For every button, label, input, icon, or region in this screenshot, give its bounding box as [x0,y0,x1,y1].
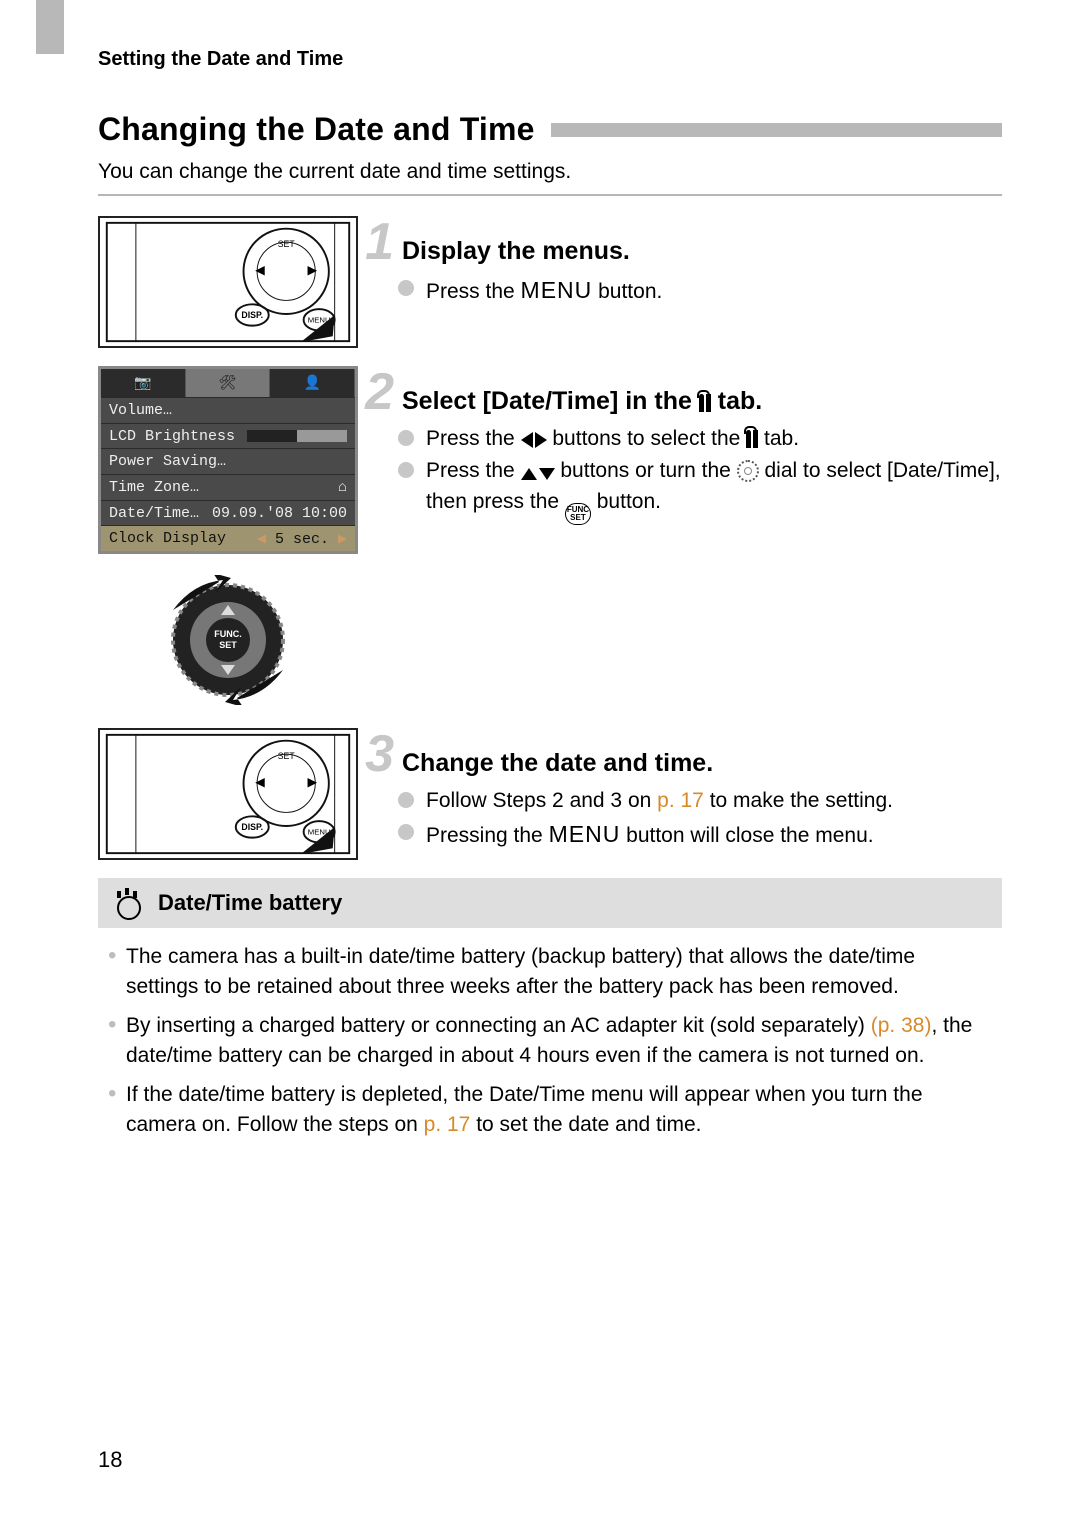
svg-text:SET: SET [278,239,296,249]
step-number-1: 1 [354,216,394,268]
callout-title: Date/Time battery [158,890,342,916]
tools-icon [699,394,711,412]
lcd-row-volume: Volume… [101,397,355,423]
svg-text:▶: ▶ [308,775,318,789]
camera-icon: 📷 [134,375,151,392]
step-number-3: 3 [354,728,394,780]
svg-text:DISP.: DISP. [241,822,263,832]
step-2-bullet-1: Press the buttons to select the tab. [398,424,1002,454]
info-list: The camera has a built-in date/time batt… [98,942,1002,1141]
camera-svg: SET ◀ ▶ DISP. MENU [100,218,356,346]
svg-text:DISP.: DISP. [241,310,263,320]
breadcrumb: Setting the Date and Time [98,48,1002,71]
page-number: 18 [98,1447,122,1473]
lcd-row-clock-display: Clock Display◀ 5 sec. ▶ [101,525,355,551]
svg-text:▶: ▶ [308,263,318,277]
lcd-menu-illustration: 📷 🛠 👤 Volume… LCD Brightness Power Savin… [98,366,358,554]
lcd-row-brightness: LCD Brightness [101,423,355,449]
section-divider [98,194,1002,196]
brightness-bar [247,430,347,442]
page-17-link[interactable]: p. 17 [657,789,704,812]
lcd-tab-tools: 🛠 [186,369,271,397]
page-17-link-2[interactable]: p. 17 [424,1113,471,1136]
svg-text:SET: SET [278,751,296,761]
lcd-row-power: Power Saving… [101,448,355,474]
section-intro: You can change the current date and time… [98,160,1002,184]
control-dial-illustration: FUNC. SET [98,570,358,710]
lcd-tab-camera: 📷 [101,369,186,397]
manual-page: Setting the Date and Time Changing the D… [0,0,1080,1521]
svg-text:◀: ◀ [255,263,265,277]
step-number-2: 2 [354,366,394,418]
camera-svg-2: SET ◀ ▶ DISP. MENU [100,730,356,858]
lcd-row-timezone: Time Zone…⌂ [101,474,355,500]
section-title-row: Changing the Date and Time [98,111,1002,148]
page-edge-tab [36,0,64,54]
lcd-tab-user: 👤 [270,369,355,397]
step-2-bullet-2: Press the buttons or turn the dial to se… [398,456,1002,524]
info-item-3: If the date/time battery is depleted, th… [108,1080,992,1141]
home-icon: ⌂ [338,479,347,496]
tools-icon [746,430,758,448]
step-3-bullet-2: Pressing the MENU button will close the … [398,818,1002,851]
info-item-2: By inserting a charged battery or connec… [108,1011,992,1072]
step-2-title: Select [Date/Time] in the tab. [402,387,762,416]
menu-button-label: MENU [549,821,621,847]
svg-text:SET: SET [219,640,237,650]
step-1: SET ◀ ▶ DISP. MENU 1 Display the menus. … [98,216,1002,348]
info-item-1: The camera has a built-in date/time batt… [108,942,992,1003]
section-title: Changing the Date and Time [98,111,535,148]
svg-text:FUNC.: FUNC. [214,629,242,639]
camera-back-illustration-2: SET ◀ ▶ DISP. MENU [98,728,358,860]
menu-button-label: MENU [521,277,593,303]
step-1-bullet-1: Press the MENU button. [398,274,1002,307]
step-3: SET ◀ ▶ DISP. MENU 3 Change the date and… [98,728,1002,860]
dial-icon [737,460,759,482]
tools-tab-icon: 🛠 [219,375,237,392]
section-rule [551,123,1002,137]
page-38-link[interactable]: (p. 38) [871,1014,932,1037]
step-3-bullet-1: Follow Steps 2 and 3 on p. 17 to make th… [398,786,1002,816]
dial-svg: FUNC. SET [163,575,293,705]
left-right-arrows-icon [521,432,547,448]
step-2: 📷 🛠 👤 Volume… LCD Brightness Power Savin… [98,366,1002,710]
step-3-title: Change the date and time. [402,749,713,778]
lcd-row-datetime: Date/Time…09.09.'08 10:00 [101,500,355,526]
camera-back-illustration: SET ◀ ▶ DISP. MENU [98,216,358,348]
tip-icon [114,888,140,918]
step-1-title: Display the menus. [402,237,630,266]
svg-text:◀: ◀ [255,775,265,789]
info-callout: Date/Time battery [98,878,1002,928]
func-set-icon: FUNCSET [565,503,591,525]
up-down-arrows-icon [521,468,555,480]
user-icon: 👤 [303,375,320,392]
